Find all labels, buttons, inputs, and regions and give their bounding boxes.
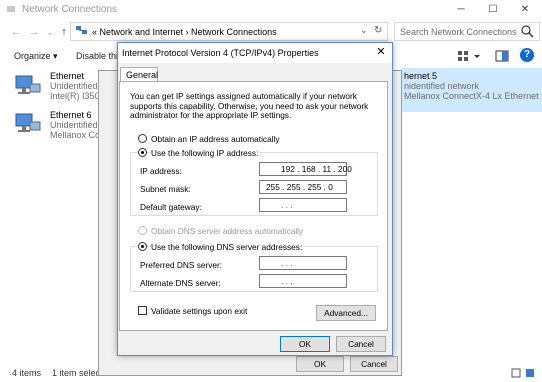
forward-button[interactable]: → <box>26 24 42 40</box>
settings-description: You can get IP settings assigned automat… <box>130 91 369 121</box>
disable-device-button[interactable]: Disable this <box>76 51 123 61</box>
close-window-button[interactable]: ✕ <box>510 2 540 18</box>
preferred-dns-field[interactable]: . . . <box>259 256 347 270</box>
network-folder-icon <box>6 4 16 14</box>
obtain-ip-auto-radio[interactable] <box>138 134 147 143</box>
default-gateway-label: Default gateway: <box>140 202 202 212</box>
minimize-button[interactable]: ─ <box>446 2 476 18</box>
ip-address-field[interactable]: 192 . 168 . 11 . 200 <box>259 162 352 176</box>
ipv4-ok-button[interactable]: OK <box>280 336 330 352</box>
validate-settings-label: Validate settings upon exit <box>151 306 248 316</box>
ethernet-5-status: nidentified network <box>404 81 480 91</box>
tab-general-label: General <box>126 70 159 80</box>
ipv4-dialog-title: Internet Protocol Version 4 (TCP/IPv4) P… <box>122 48 319 58</box>
obtain-ip-auto-label: Obtain an IP address automatically <box>151 134 280 144</box>
use-following-dns-radio[interactable] <box>138 242 147 251</box>
network-connections-icon <box>76 25 88 36</box>
ipv4-cancel-button[interactable]: Cancel <box>336 336 386 352</box>
search-placeholder: Search Network Connections <box>400 27 517 37</box>
organize-menu[interactable]: Organize ▾ <box>14 51 58 62</box>
address-dropdown-button[interactable]: ⌄ <box>360 25 368 36</box>
use-following-ip-label: Use the following IP address: <box>151 148 261 158</box>
validate-settings-checkbox[interactable] <box>138 306 147 315</box>
preferred-dns-label: Preferred DNS server: <box>140 260 223 270</box>
ethernet-5-name: hernet 5 <box>404 71 438 81</box>
status-item-count: 4 items <box>12 368 42 378</box>
advanced-button[interactable]: Advanced... <box>316 305 376 321</box>
back-button[interactable]: ← <box>8 24 24 40</box>
search-icon[interactable] <box>520 24 534 38</box>
ethernet-5-adapter: Mellanox ConnectX-4 Lx Ethernet ... <box>404 91 542 101</box>
subnet-mask-field[interactable]: 255 . 255 . 255 . 0 <box>259 180 347 194</box>
use-following-dns-label: Use the following DNS server addresses: <box>151 242 305 252</box>
ethernet-properties-ok-button[interactable]: OK <box>296 356 344 372</box>
ipv4-dialog-close-button[interactable]: ✕ <box>374 45 388 59</box>
status-view-toggles[interactable] <box>510 367 538 379</box>
maximize-button[interactable]: ☐ <box>478 2 508 18</box>
address-path: « Network and Internet › Network Connect… <box>92 27 277 37</box>
alternate-dns-field[interactable]: . . . <box>259 274 347 288</box>
ip-address-label: IP address: <box>140 166 182 176</box>
help-button[interactable]: ? <box>520 48 534 62</box>
subnet-mask-label: Subnet mask: <box>140 184 191 194</box>
view-options[interactable] <box>456 48 512 64</box>
window-title: Network Connections <box>22 4 118 15</box>
ethernet-adapter-icon <box>14 74 42 100</box>
ethernet-5-text: hernet 5 nidentified network Mellanox Co… <box>404 71 542 101</box>
refresh-button[interactable]: ↻ <box>374 25 382 36</box>
use-following-ip-radio[interactable] <box>138 148 147 157</box>
ethernet-properties-cancel-button[interactable]: Cancel <box>350 356 398 372</box>
alternate-dns-label: Alternate DNS server: <box>140 278 221 288</box>
obtain-dns-auto-label: Obtain DNS server address automatically <box>151 226 304 236</box>
default-gateway-field[interactable]: . . . <box>259 198 347 212</box>
obtain-dns-auto-radio[interactable] <box>138 226 147 235</box>
ethernet-6-adapter-icon <box>14 112 42 138</box>
